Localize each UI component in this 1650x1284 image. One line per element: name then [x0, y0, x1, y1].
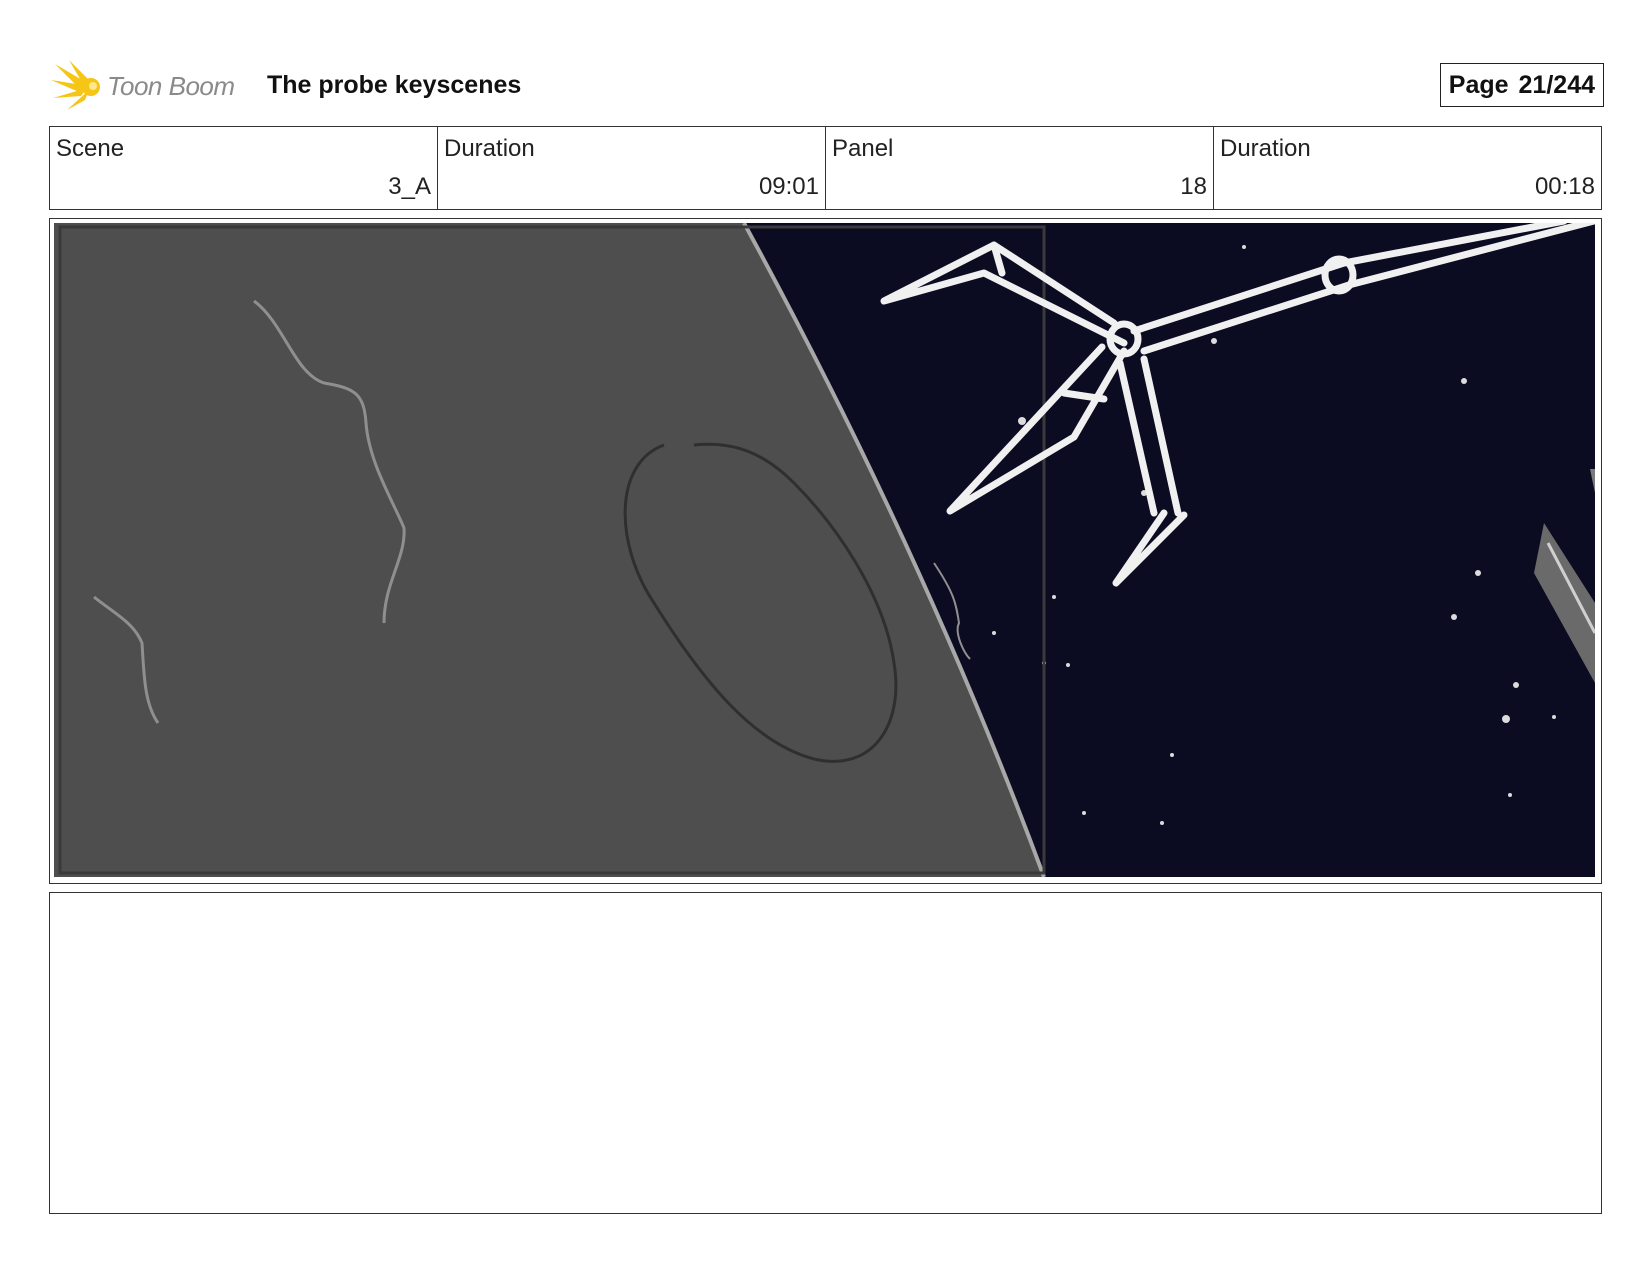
- scene-duration-cell: Duration 09:01: [438, 127, 826, 209]
- storyboard-panel: [49, 218, 1602, 884]
- page-number: 21/244: [1518, 70, 1595, 99]
- panel-cell: Panel 18: [826, 127, 1214, 209]
- scene-cell: Scene 3_A: [50, 127, 438, 209]
- panel-artwork: [54, 223, 1595, 877]
- page-label: Page: [1448, 70, 1509, 99]
- logo-text: Toon Boom: [107, 71, 235, 101]
- project-title: The probe keyscenes: [267, 71, 522, 99]
- panel-duration-label: Duration: [1220, 135, 1311, 162]
- panel-label: Panel: [832, 135, 894, 162]
- panel-duration-cell: Duration 00:18: [1214, 127, 1601, 209]
- panel-notes: [49, 892, 1602, 1214]
- sunburst-icon: [51, 60, 100, 110]
- toon-boom-logo: Toon Boom: [49, 58, 249, 114]
- panel-duration-value: 00:18: [1534, 173, 1595, 200]
- scene-duration-value: 09:01: [758, 173, 819, 200]
- panel-value: 18: [1180, 173, 1207, 200]
- scene-label: Scene: [56, 135, 125, 162]
- page-header: Toon Boom The probe keyscenes Page 21/24…: [49, 58, 1604, 110]
- scene-duration-label: Duration: [444, 135, 535, 162]
- scene-info-row: Scene 3_A Duration 09:01 Panel 18 Durati…: [49, 126, 1602, 210]
- page-indicator: Page 21/244: [1439, 63, 1604, 107]
- scene-value: 3_A: [388, 173, 431, 200]
